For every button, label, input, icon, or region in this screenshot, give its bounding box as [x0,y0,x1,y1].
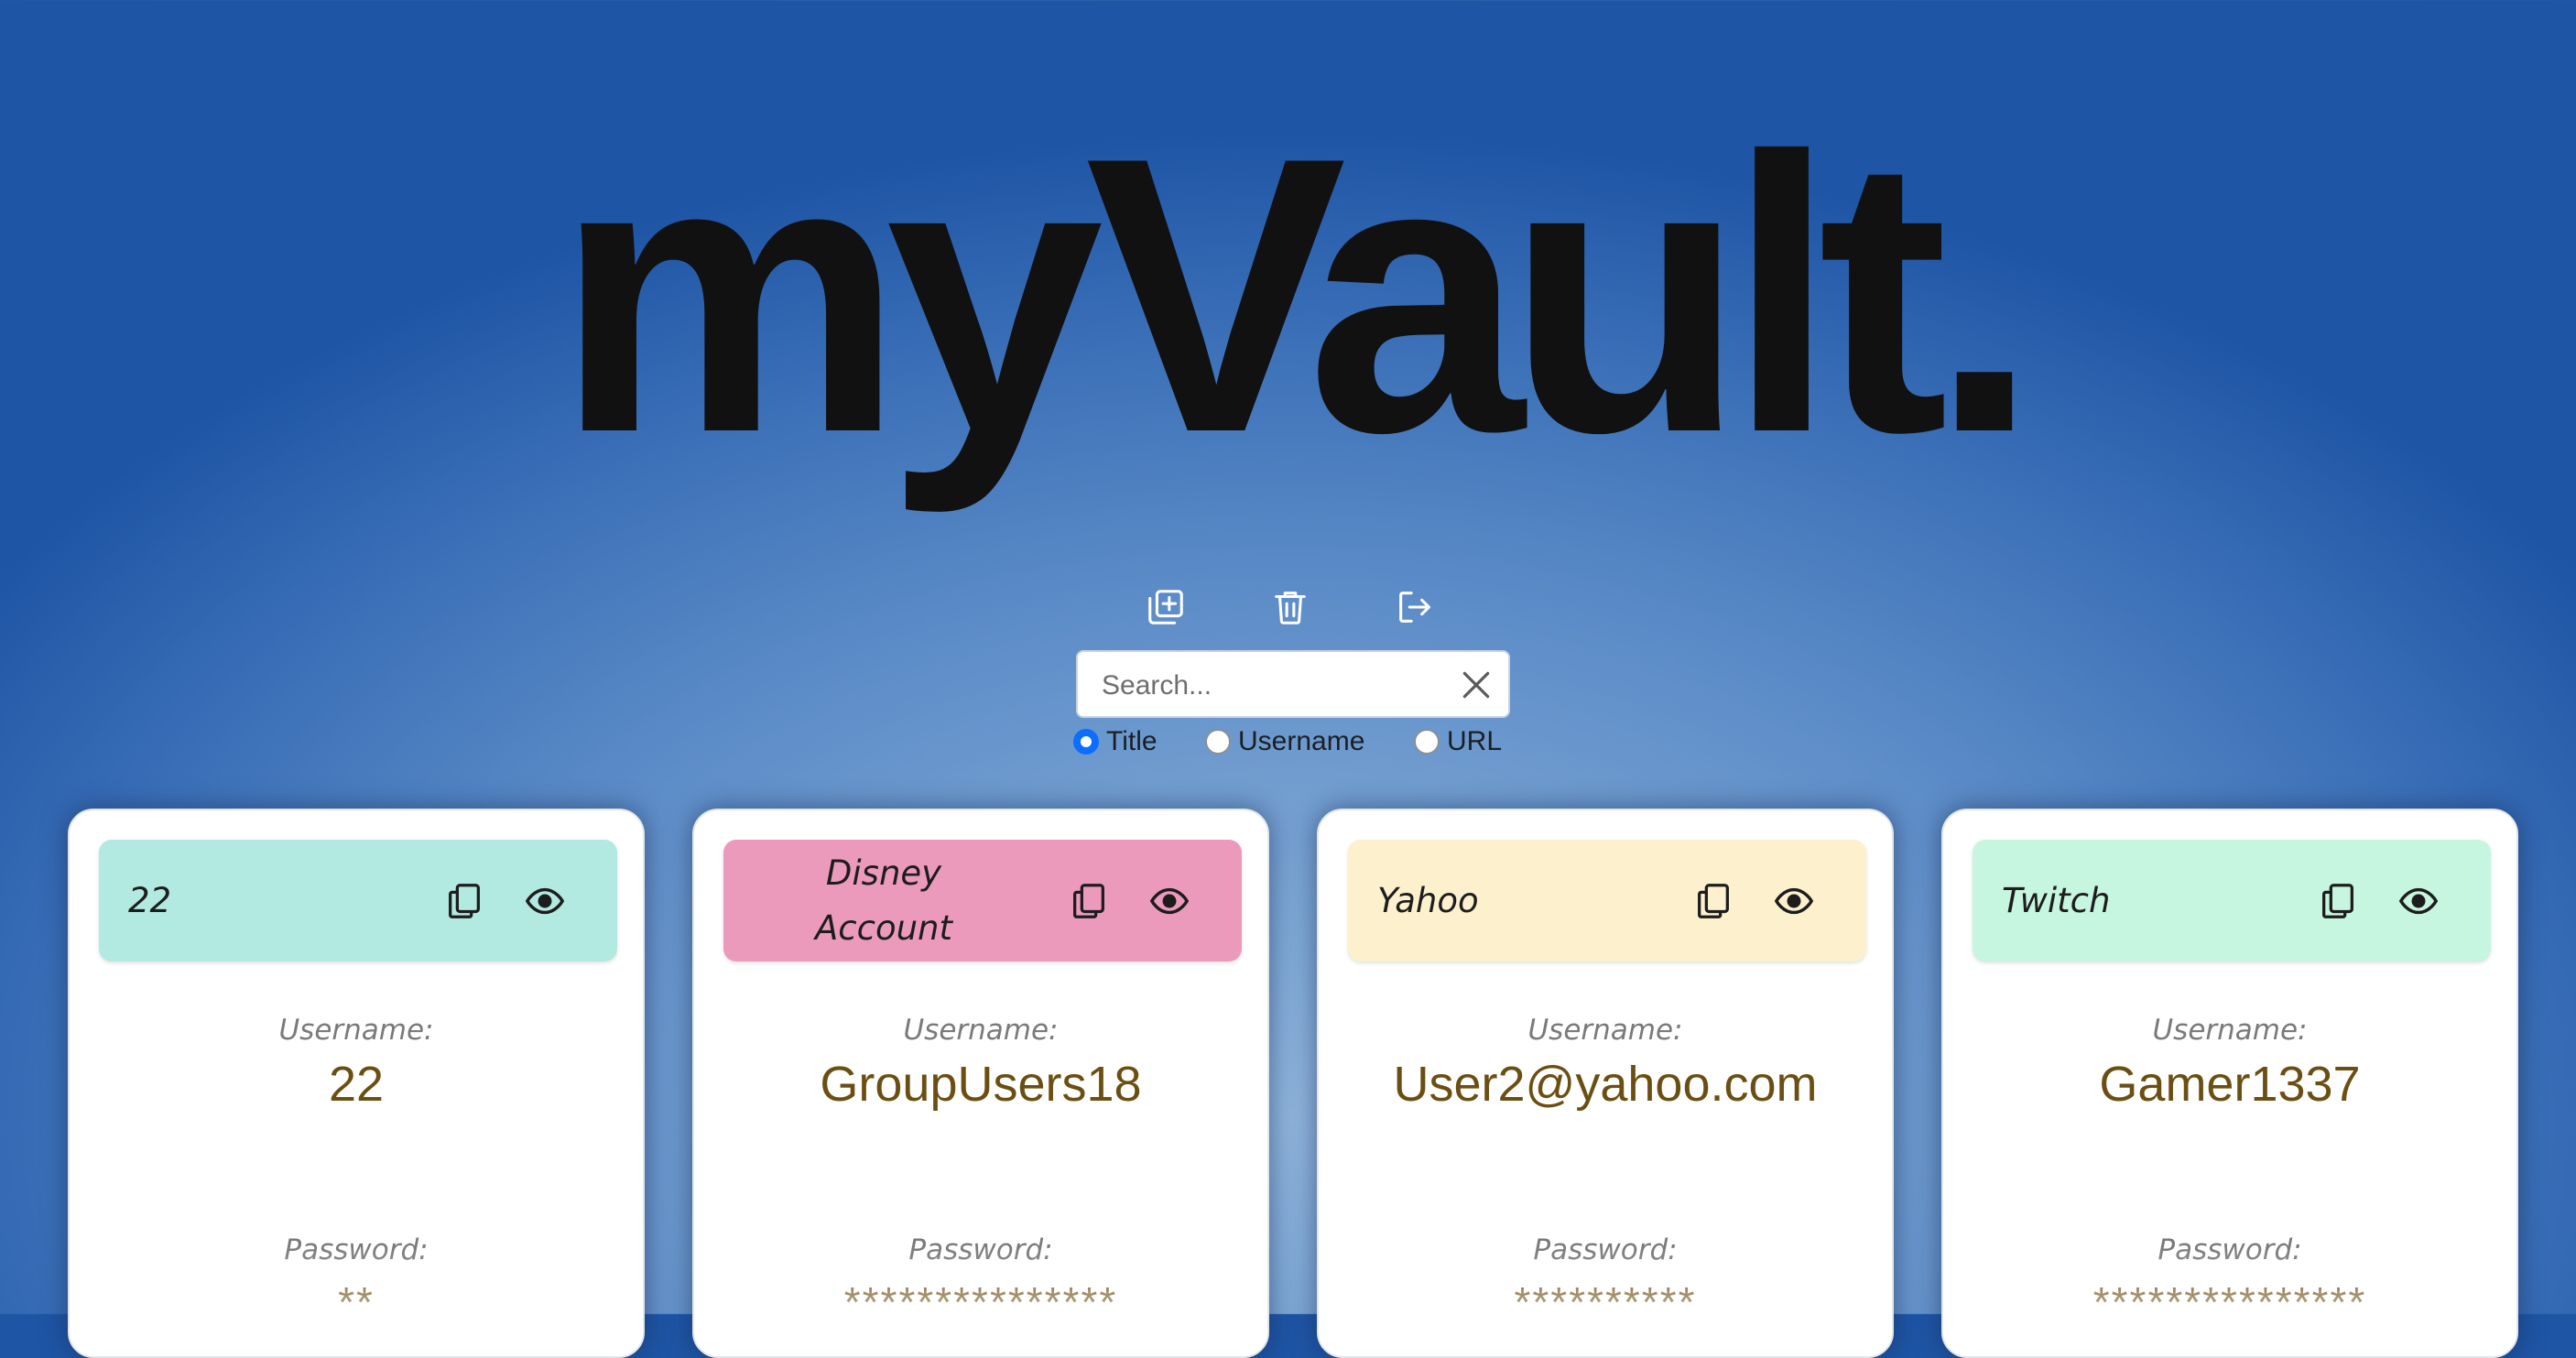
card-title: Twitch [2002,880,2111,920]
username-value: User2@yahoo.com [1393,1057,1818,1112]
copy-icon [449,884,480,918]
password-value: *************** [843,1278,1118,1326]
password-value: *************** [2092,1278,2367,1326]
filter-title-radio[interactable] [1073,729,1099,755]
copy-icon [2322,884,2353,918]
eye-icon [525,887,565,915]
card-header: 22 [99,840,617,961]
username-label: Username: [1527,1014,1683,1047]
show-password-button[interactable] [1145,876,1194,926]
password-label: Password: [2158,1233,2302,1266]
copy-password-button[interactable] [1064,876,1114,926]
filter-username-label: Username [1238,726,1365,756]
add-copy-icon [1148,590,1183,625]
vault-card: 22 Username: 22 Password: ** [68,809,645,1358]
vault-card: Disney Account Username: GroupUsers18 Pa… [692,809,1269,1358]
username-value: GroupUsers18 [820,1057,1142,1112]
copy-password-button[interactable] [2313,876,2363,926]
card-title: 22 [128,880,172,920]
card-title: Yahoo [1377,880,1479,920]
filter-url-option[interactable]: URL [1414,723,1502,760]
copy-icon [1073,884,1104,918]
show-password-button[interactable] [520,876,570,926]
eye-icon [2398,887,2439,915]
card-title: Disney Account [814,853,953,948]
password-label: Password: [1533,1233,1678,1266]
vault-card: Yahoo Username: User2@yahoo.com Password… [1317,809,1894,1358]
filter-title-label: Title [1106,726,1158,756]
card-header: Twitch [1973,840,2491,961]
search-input[interactable] [1100,661,1442,711]
toolbar [1140,581,1442,636]
eye-icon [1149,887,1190,915]
password-label: Password: [908,1233,1053,1266]
filter-url-radio[interactable] [1414,729,1440,755]
app-logo: myVault. [555,76,2038,514]
eye-icon [1774,887,1814,915]
copy-password-button[interactable] [440,876,489,926]
close-icon[interactable] [1459,668,1494,702]
search-box [1076,650,1510,718]
logout-icon [1399,592,1430,623]
logout-button[interactable] [1389,581,1440,633]
password-value: ** [338,1278,375,1326]
show-password-button[interactable] [2394,876,2443,926]
filter-username-radio[interactable] [1205,729,1231,755]
card-header: Disney Account [723,840,1242,961]
username-label: Username: [2152,1014,2308,1047]
vault-card: Twitch Username: Gamer1337 Password: ***… [1941,809,2518,1358]
card-header: Yahoo [1348,840,1866,961]
filter-username-option[interactable]: Username [1205,723,1364,760]
copy-icon [1698,884,1729,918]
filter-title-option[interactable]: Title [1073,723,1158,760]
username-value: 22 [328,1057,385,1112]
add-entry-button[interactable] [1140,581,1191,633]
delete-button[interactable] [1265,581,1316,633]
password-label: Password: [284,1233,429,1266]
username-label: Username: [278,1014,434,1047]
show-password-button[interactable] [1769,876,1819,926]
filter-url-label: URL [1447,726,1503,756]
copy-password-button[interactable] [1689,876,1738,926]
username-label: Username: [903,1014,1059,1047]
username-value: Gamer1337 [2099,1057,2361,1112]
password-value: ********** [1514,1278,1697,1326]
trash-icon [1275,592,1306,625]
